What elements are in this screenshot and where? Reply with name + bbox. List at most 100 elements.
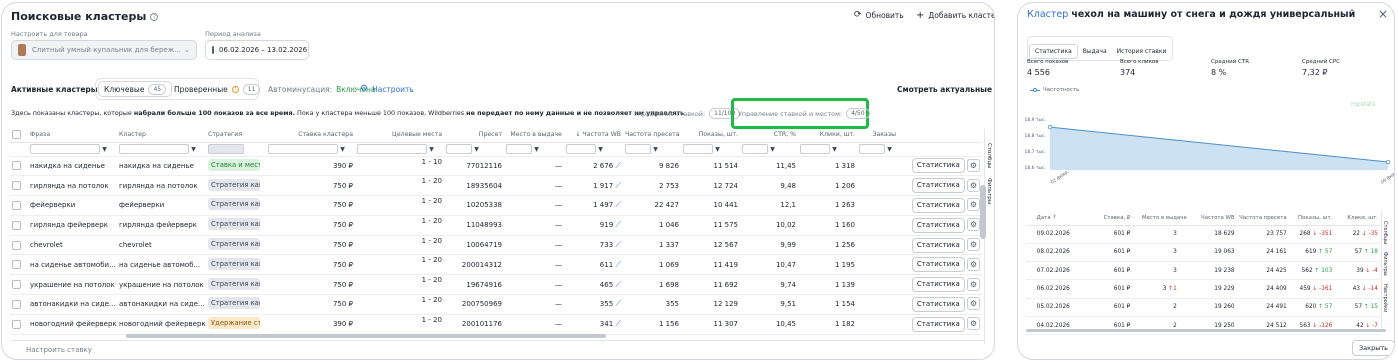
add-clusters-button[interactable]: + Добавить кластеры	[916, 10, 994, 21]
data-point[interactable]	[1385, 159, 1391, 165]
filter-icon[interactable]: ▼	[598, 146, 603, 153]
row-checkbox[interactable]	[12, 319, 21, 329]
column-filter-input[interactable]	[800, 144, 830, 154]
trend-chart-icon[interactable]: ⟋	[615, 200, 621, 209]
column-filter-input[interactable]	[625, 144, 651, 154]
table-row[interactable]: гирлянда фейерверк гирлянда фейерверк Стра…	[10, 215, 982, 236]
col-shows[interactable]: Показы, шт.	[681, 127, 740, 143]
detail-horizontal-scrollbar[interactable]	[1026, 329, 1386, 332]
statistics-button[interactable]: Статистика	[911, 277, 965, 293]
tab-key-clusters[interactable]: Ключевые 45	[98, 81, 173, 97]
row-checkbox[interactable]	[12, 280, 21, 290]
row-checkbox[interactable]	[12, 220, 21, 230]
horizontal-scrollbar[interactable]	[126, 334, 606, 338]
col-strategy[interactable]: Стратегия	[206, 127, 266, 143]
gear-icon[interactable]: ⚙	[967, 317, 980, 331]
column-filter-input[interactable]	[30, 144, 100, 154]
col-freq-wb[interactable]: Частота WB	[1188, 211, 1237, 226]
trend-chart-icon[interactable]: ⟋	[615, 240, 621, 249]
gear-icon[interactable]: ⚙	[967, 158, 980, 172]
column-filter-input[interactable]	[566, 144, 596, 154]
column-filter-input[interactable]	[742, 144, 768, 154]
table-row[interactable]: chevroletchevroletСтратегия камп750 ₽1 -…	[10, 235, 982, 256]
filter-icon[interactable]: ▼	[832, 146, 837, 153]
gear-icon[interactable]: ⚙	[967, 218, 980, 232]
col-clicks[interactable]: Клики, шт.	[798, 127, 857, 143]
col-orders[interactable]: Заказы	[857, 127, 898, 143]
strategy-select[interactable]: Стратегия камп	[208, 277, 260, 290]
refresh-button[interactable]: ⟳ Обновить	[854, 10, 904, 20]
table-row[interactable]: новогодний фейерверк новогодний фейерверк…	[10, 314, 982, 335]
col-cluster[interactable]: Кластер	[117, 127, 206, 143]
gear-icon[interactable]: ⚙	[967, 297, 980, 311]
column-filter-input[interactable]	[357, 144, 427, 154]
column-filter-input[interactable]	[506, 144, 532, 154]
column-filter-input[interactable]	[268, 144, 338, 154]
table-row[interactable]: фейерверкифейерверкиСтратегия камп750 ₽1…	[10, 195, 982, 216]
column-filter-input[interactable]	[683, 144, 713, 154]
col-preset-freq[interactable]: Частота пресета	[1236, 211, 1289, 226]
filter-icon[interactable]: ▼	[770, 146, 775, 153]
filter-icon[interactable]: ▼	[340, 146, 345, 153]
statistics-button[interactable]: Статистика	[911, 237, 965, 253]
col-ctr[interactable]: CTR, %	[740, 127, 798, 143]
statistics-button[interactable]: Статистика	[911, 217, 965, 233]
col-shows[interactable]: Показы, шт.	[1288, 211, 1335, 226]
strategy-select[interactable]: Стратегия камп	[208, 257, 260, 270]
gear-icon[interactable]: ⚙	[967, 257, 980, 271]
close-button[interactable]: Закрыть	[1352, 340, 1394, 356]
table-row[interactable]: автонакидки на сиде... автонакидки на сид…	[10, 294, 982, 315]
gear-icon[interactable]: ⚙	[967, 198, 980, 212]
filter-icon[interactable]: ▼	[474, 146, 479, 153]
select-all-checkbox[interactable]	[12, 129, 21, 139]
col-target[interactable]: Целевые места	[355, 127, 444, 143]
strategy-select[interactable]: Стратегия камп	[208, 178, 260, 191]
period-picker[interactable]: 06.02.2026 – 13.02.2026	[205, 40, 309, 60]
col-date[interactable]: Дата ↑	[1034, 211, 1087, 226]
table-row[interactable]: накидка на сиденье накидка на сиденье Став…	[10, 156, 982, 177]
col-bid[interactable]: Ставка кластера	[266, 127, 355, 143]
row-checkbox[interactable]	[12, 240, 21, 250]
trend-chart-icon[interactable]: ⟋	[615, 280, 621, 289]
actual-bids-link[interactable]: Смотреть актуальные ставки	[897, 85, 994, 94]
trend-chart-icon[interactable]: ⟋	[615, 181, 621, 190]
col-place[interactable]: Место в выдаче	[504, 127, 564, 143]
statistics-button[interactable]: Статистика	[911, 197, 965, 213]
table-row[interactable]: гирлянда на потолок гирлянда на потолок Ст…	[10, 175, 982, 197]
row-checkbox[interactable]	[12, 200, 21, 210]
gear-icon[interactable]: ⚙	[967, 238, 980, 252]
strategy-select[interactable]: Ставка и место	[208, 158, 260, 171]
filter-icon[interactable]: ▼	[191, 146, 196, 153]
statistics-button[interactable]: Статистика	[911, 296, 965, 312]
statistics-button[interactable]: Статистика	[911, 257, 965, 273]
filters-side-tab[interactable]: Фильтры	[986, 178, 992, 204]
vertical-scrollbar[interactable]	[980, 185, 986, 239]
row-checkbox[interactable]	[12, 260, 21, 270]
statistics-button[interactable]: Статистика	[911, 316, 965, 332]
close-icon[interactable]: ×	[1378, 7, 1388, 21]
column-filter-input[interactable]	[119, 144, 189, 154]
tab-serp[interactable]: Выдача	[1078, 45, 1112, 58]
detail-settings-tab[interactable]: Настройки	[1382, 284, 1388, 312]
gear-icon[interactable]: ⚙	[967, 178, 980, 192]
gear-icon[interactable]: ⚙	[967, 277, 980, 291]
tab-statistics[interactable]: Статистика	[1029, 44, 1078, 59]
trend-chart-icon[interactable]: ⟋	[615, 260, 621, 269]
strategy-select[interactable]: Стратегия камп	[208, 238, 260, 251]
column-filter-input[interactable]	[859, 144, 885, 154]
detail-columns-tab[interactable]: Столбцы	[1382, 221, 1388, 244]
col-preset[interactable]: Пресет	[444, 127, 504, 143]
filter-icon[interactable]: ▼	[887, 146, 892, 153]
strategy-select[interactable]: Стратегия камп	[208, 218, 260, 231]
detail-filters-tab[interactable]: Фильтры	[1382, 252, 1388, 276]
row-checkbox[interactable]	[12, 161, 21, 171]
row-checkbox[interactable]	[12, 181, 21, 191]
tab-checked-clusters[interactable]: Проверенные ! 11	[171, 81, 263, 97]
strategy-select[interactable]: Стратегия камп	[208, 297, 260, 310]
filter-icon[interactable]: ▼	[653, 146, 658, 153]
column-filter-input[interactable]	[446, 144, 472, 154]
columns-side-tab[interactable]: Столбцы	[986, 143, 992, 168]
table-row[interactable]: украшение на потолок украшение на потолок…	[10, 274, 982, 296]
strategy-select[interactable]: Удержание ста	[208, 317, 260, 330]
statistics-button[interactable]: Статистика	[911, 178, 965, 194]
